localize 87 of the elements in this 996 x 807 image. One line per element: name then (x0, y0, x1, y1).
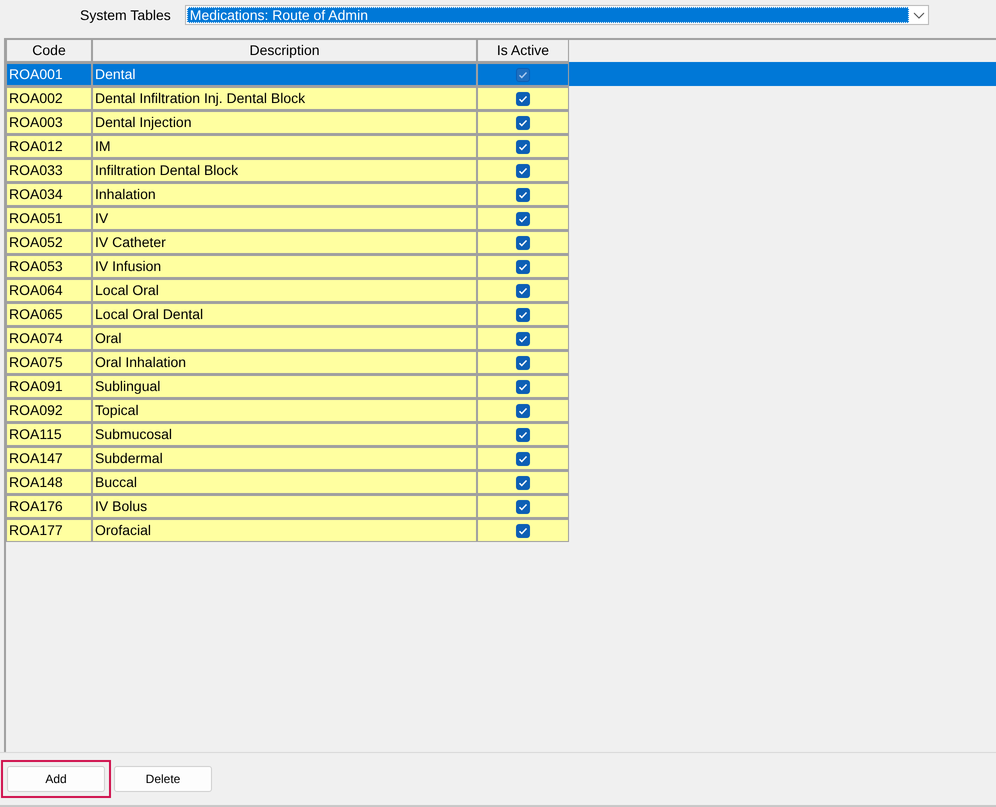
table-cell: ROA075 (6, 350, 92, 374)
check-icon (518, 190, 528, 200)
table-cell: Orofacial (92, 518, 477, 542)
table-cell: Topical (92, 398, 477, 422)
table-cell: Oral (92, 326, 477, 350)
check-icon (518, 70, 528, 80)
check-icon (518, 358, 528, 368)
system-tables-dropdown[interactable]: Medications: Route of Admin (184, 5, 929, 25)
delete-button[interactable]: Delete (114, 766, 212, 792)
table-cell: ROA033 (6, 158, 92, 182)
checkbox[interactable] (516, 500, 530, 514)
table-cell: ROA065 (6, 302, 92, 326)
table-cell: Infiltration Dental Block (92, 158, 477, 182)
table-cell: IV Infusion (92, 254, 477, 278)
table-cell: ROA092 (6, 398, 92, 422)
column-header: Is Active (477, 40, 569, 62)
check-icon (518, 166, 528, 176)
checkbox[interactable] (516, 68, 530, 82)
check-icon (518, 310, 528, 320)
table-cell: Dental Infiltration Inj. Dental Block (92, 86, 477, 110)
table-cell: ROA177 (6, 518, 92, 542)
check-icon (518, 118, 528, 128)
checkbox[interactable] (516, 476, 530, 490)
table-cell: Oral Inhalation (92, 350, 477, 374)
check-icon (518, 286, 528, 296)
checkbox[interactable] (516, 164, 530, 178)
check-icon (518, 94, 528, 104)
table-cell: Local Oral Dental (92, 302, 477, 326)
checkbox[interactable] (516, 116, 530, 130)
table-cell: IV Bolus (92, 494, 477, 518)
check-icon (518, 262, 528, 272)
table-cell: ROA074 (6, 326, 92, 350)
table-cell: IM (92, 134, 477, 158)
table-cell: ROA052 (6, 230, 92, 254)
table-cell: Dental Injection (92, 110, 477, 134)
checkbox[interactable] (516, 356, 530, 370)
table-cell: Dental (92, 62, 477, 86)
check-icon (518, 406, 528, 416)
checkbox[interactable] (516, 404, 530, 418)
table-cell: IV Catheter (92, 230, 477, 254)
table-cell: ROA034 (6, 182, 92, 206)
checkbox[interactable] (516, 140, 530, 154)
check-icon (518, 142, 528, 152)
checkbox[interactable] (516, 284, 530, 298)
checkbox[interactable] (516, 188, 530, 202)
table-cell: ROA051 (6, 206, 92, 230)
check-icon (518, 382, 528, 392)
check-icon (518, 214, 528, 224)
checkbox[interactable] (516, 332, 530, 346)
checkbox[interactable] (516, 236, 530, 250)
checkbox[interactable] (516, 452, 530, 466)
table-cell: ROA053 (6, 254, 92, 278)
check-icon (518, 478, 528, 488)
checkbox[interactable] (516, 308, 530, 322)
check-icon (518, 334, 528, 344)
checkbox[interactable] (516, 212, 530, 226)
table-cell: Inhalation (92, 182, 477, 206)
table-cell: ROA001 (6, 62, 92, 86)
checkbox[interactable] (516, 524, 530, 538)
table-cell: ROA002 (6, 86, 92, 110)
table-cell: Local Oral (92, 278, 477, 302)
table-cell: Subdermal (92, 446, 477, 470)
checkbox[interactable] (516, 428, 530, 442)
column-header: Description (92, 40, 477, 62)
table-cell: ROA147 (6, 446, 92, 470)
table-cell: ROA115 (6, 422, 92, 446)
add-button[interactable]: Add (7, 766, 105, 792)
table-cell: ROA064 (6, 278, 92, 302)
checkbox[interactable] (516, 380, 530, 394)
table-cell: ROA091 (6, 374, 92, 398)
checkbox[interactable] (516, 260, 530, 274)
table-cell: ROA148 (6, 470, 92, 494)
check-icon (518, 526, 528, 536)
table-cell: Sublingual (92, 374, 477, 398)
check-icon (518, 454, 528, 464)
check-icon (518, 502, 528, 512)
table-cell: ROA003 (6, 110, 92, 134)
table-cell: Buccal (92, 470, 477, 494)
checkbox[interactable] (516, 92, 530, 106)
field-label: System Tables (80, 7, 171, 23)
table-cell: ROA012 (6, 134, 92, 158)
column-header: Code (6, 40, 92, 62)
table-cell: Submucosal (92, 422, 477, 446)
check-icon (518, 238, 528, 248)
check-icon (518, 430, 528, 440)
table-cell: ROA176 (6, 494, 92, 518)
table-cell: IV (92, 206, 477, 230)
